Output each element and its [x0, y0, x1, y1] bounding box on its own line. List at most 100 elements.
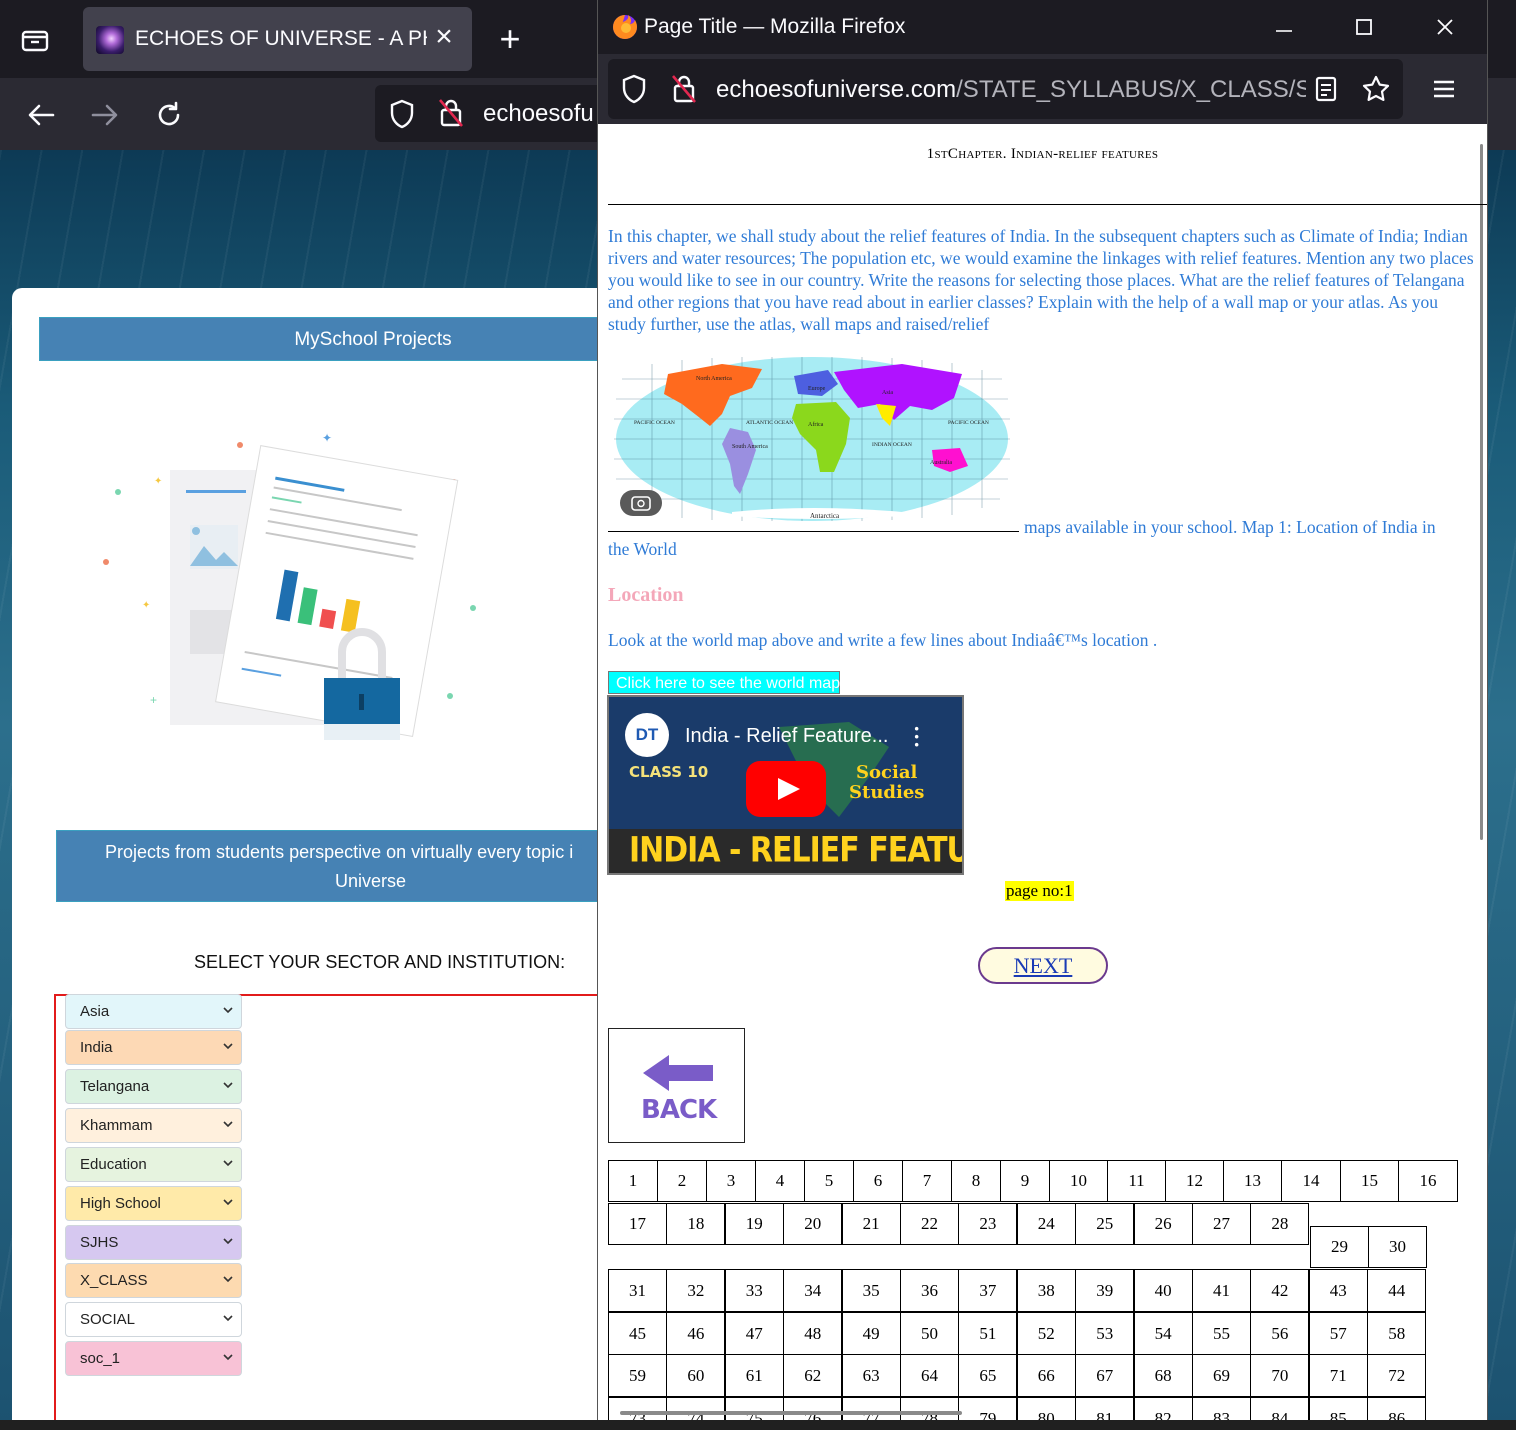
page-link[interactable]: 39 — [1075, 1269, 1135, 1312]
page-link[interactable]: 59 — [608, 1354, 667, 1397]
page-link[interactable]: 26 — [1133, 1203, 1193, 1245]
page-link[interactable]: 75 — [724, 1396, 784, 1420]
page-link[interactable]: 76 — [783, 1396, 843, 1420]
page-link[interactable]: 47 — [724, 1311, 784, 1355]
page-link[interactable]: 2 — [657, 1160, 707, 1202]
page-link[interactable]: 12 — [1165, 1160, 1224, 1202]
page-link[interactable]: 21 — [841, 1203, 901, 1245]
visual-search-icon[interactable] — [620, 490, 662, 516]
page-link[interactable]: 55 — [1192, 1311, 1251, 1355]
page-link[interactable]: 83 — [1192, 1396, 1251, 1420]
page-link[interactable]: 6 — [853, 1160, 903, 1202]
page-link[interactable]: 77 — [841, 1396, 901, 1420]
page-link[interactable]: 38 — [1016, 1269, 1076, 1312]
shield-icon[interactable] — [618, 73, 650, 105]
tab-close-icon[interactable]: × — [431, 22, 457, 53]
page-link[interactable]: 14 — [1281, 1160, 1341, 1202]
page-link[interactable]: 70 — [1250, 1354, 1310, 1397]
sector-dropdown[interactable]: SJHS — [65, 1225, 242, 1260]
page-link[interactable]: 68 — [1133, 1354, 1193, 1397]
page-link[interactable]: 40 — [1133, 1269, 1193, 1312]
insecure-lock-icon[interactable] — [668, 73, 700, 105]
page-link[interactable]: 16 — [1398, 1160, 1458, 1202]
page-link[interactable]: 28 — [1250, 1203, 1310, 1245]
page-link[interactable]: 53 — [1075, 1311, 1135, 1355]
page-link[interactable]: 48 — [783, 1311, 843, 1355]
page-link[interactable]: 9 — [1000, 1160, 1050, 1202]
sector-dropdown[interactable]: India — [65, 1030, 242, 1065]
page-link[interactable]: 34 — [783, 1269, 843, 1312]
page-link[interactable]: 61 — [724, 1354, 784, 1397]
minimize-icon[interactable] — [1264, 10, 1304, 44]
page-link[interactable]: 49 — [841, 1311, 901, 1355]
page-link[interactable]: 41 — [1192, 1269, 1251, 1312]
page-link[interactable]: 66 — [1016, 1354, 1076, 1397]
channel-avatar[interactable]: DT — [625, 713, 669, 757]
page-link[interactable]: 78 — [900, 1396, 959, 1420]
popup-url-bar[interactable]: echoesofuniverse.com/STATE_SYLLABUS/X_CL… — [608, 59, 1403, 119]
page-link[interactable]: 13 — [1223, 1160, 1282, 1202]
page-link[interactable]: 85 — [1308, 1396, 1368, 1420]
page-link[interactable]: 80 — [1016, 1396, 1076, 1420]
page-link[interactable]: 51 — [958, 1311, 1018, 1355]
page-link[interactable]: 23 — [958, 1203, 1018, 1245]
sector-dropdown[interactable]: Education — [65, 1147, 242, 1182]
play-button-icon[interactable] — [746, 761, 826, 817]
page-link[interactable]: 57 — [1308, 1311, 1368, 1355]
page-link[interactable]: 74 — [666, 1396, 726, 1420]
bookmark-star-icon[interactable] — [1360, 73, 1392, 105]
page-link[interactable]: 5 — [804, 1160, 854, 1202]
forward-arrow-icon[interactable] — [86, 96, 124, 134]
page-link[interactable]: 81 — [1075, 1396, 1135, 1420]
close-window-icon[interactable] — [1425, 10, 1465, 44]
page-link[interactable]: 60 — [666, 1354, 726, 1397]
browser-tab-echoes[interactable]: ECHOES OF UNIVERSE - A PHRC × — [83, 7, 472, 71]
hamburger-menu-icon[interactable] — [1424, 70, 1464, 108]
page-link[interactable]: 45 — [608, 1311, 667, 1355]
sector-dropdown[interactable]: SOCIAL — [65, 1302, 242, 1337]
page-link[interactable]: 33 — [724, 1269, 784, 1312]
page-link[interactable]: 44 — [1367, 1269, 1427, 1312]
page-link[interactable]: 36 — [900, 1269, 959, 1312]
next-button[interactable]: NEXT — [978, 947, 1108, 984]
back-arrow-icon[interactable] — [22, 96, 60, 134]
page-link[interactable]: 22 — [900, 1203, 959, 1245]
page-link[interactable]: 20 — [783, 1203, 843, 1245]
page-link[interactable]: 31 — [608, 1269, 667, 1312]
page-link[interactable]: 84 — [1250, 1396, 1310, 1420]
page-link[interactable]: 29 — [1310, 1226, 1369, 1268]
sector-dropdown[interactable]: Asia — [65, 994, 242, 1029]
page-link[interactable]: 7 — [902, 1160, 952, 1202]
page-link[interactable]: 73 — [608, 1396, 667, 1420]
sector-dropdown[interactable]: High School — [65, 1186, 242, 1221]
page-link[interactable]: 69 — [1192, 1354, 1251, 1397]
page-link[interactable]: 82 — [1133, 1396, 1193, 1420]
page-link[interactable]: 3 — [706, 1160, 756, 1202]
back-button[interactable]: BACK — [608, 1028, 745, 1143]
page-link[interactable]: 10 — [1049, 1160, 1108, 1202]
new-tab-button[interactable]: + — [494, 21, 526, 58]
page-link[interactable]: 71 — [1308, 1354, 1368, 1397]
page-link[interactable]: 1 — [608, 1160, 658, 1202]
page-link[interactable]: 37 — [958, 1269, 1018, 1312]
maximize-icon[interactable] — [1344, 10, 1384, 44]
page-link[interactable]: 64 — [900, 1354, 959, 1397]
world-map-button[interactable]: Click here to see the world map — [608, 671, 840, 694]
page-link[interactable]: 54 — [1133, 1311, 1193, 1355]
vertical-scrollbar[interactable] — [1480, 144, 1483, 840]
page-link[interactable]: 25 — [1075, 1203, 1135, 1245]
more-options-icon[interactable]: · · · — [913, 718, 920, 756]
sector-dropdown[interactable]: X_CLASS — [65, 1263, 242, 1298]
page-link[interactable]: 72 — [1367, 1354, 1427, 1397]
page-link[interactable]: 18 — [666, 1203, 726, 1245]
page-link[interactable]: 86 — [1367, 1396, 1427, 1420]
page-link[interactable]: 35 — [841, 1269, 901, 1312]
page-link[interactable]: 19 — [724, 1203, 784, 1245]
page-link[interactable]: 11 — [1107, 1160, 1166, 1202]
page-link[interactable]: 67 — [1075, 1354, 1135, 1397]
page-link[interactable]: 8 — [951, 1160, 1001, 1202]
page-link[interactable]: 50 — [900, 1311, 959, 1355]
sector-dropdown[interactable]: soc_1 — [65, 1341, 242, 1376]
page-link[interactable]: 4 — [755, 1160, 805, 1202]
tab-list-button[interactable] — [16, 22, 54, 58]
